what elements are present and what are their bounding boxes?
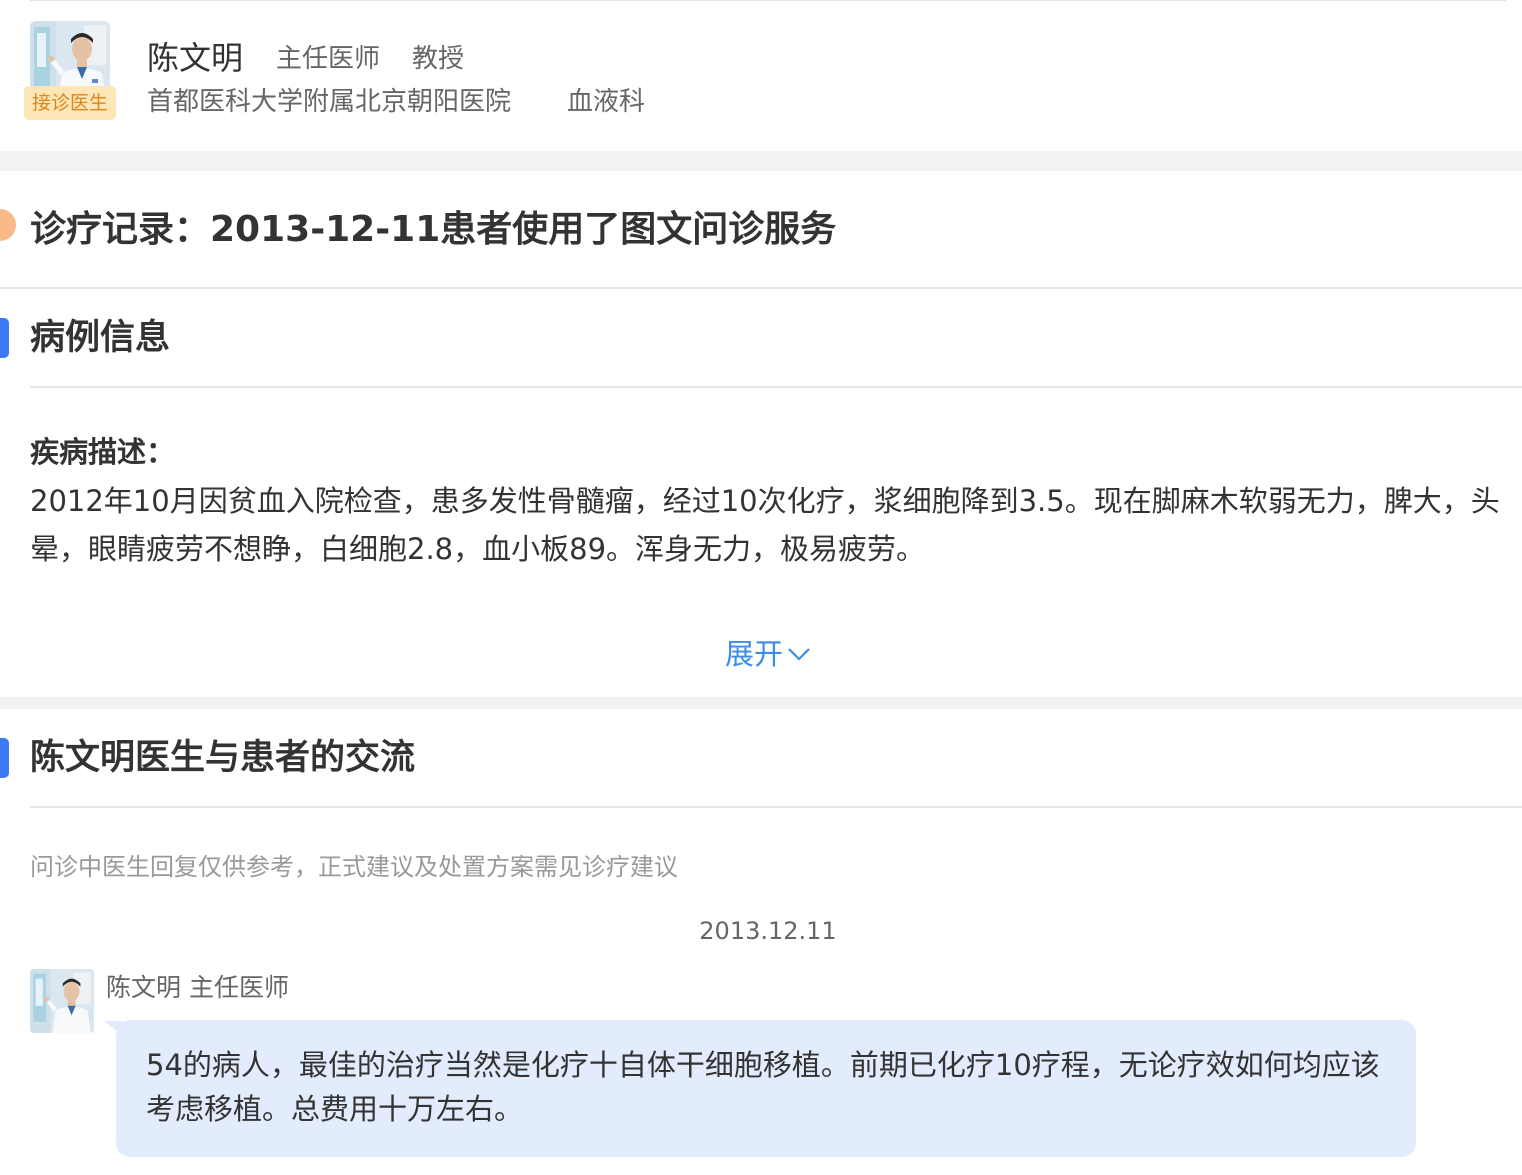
- case-info-divider: [30, 386, 1522, 388]
- section-marker: [0, 318, 9, 358]
- chat-date: 2013.12.11: [699, 917, 837, 945]
- consulting-doctor-badge: 接诊医生: [24, 86, 116, 120]
- section-separator: [0, 151, 1522, 171]
- record-title: 诊疗记录：2013-12-11患者使用了图文问诊服务: [30, 209, 837, 250]
- communication-title: 陈文明医生与患者的交流: [30, 738, 416, 778]
- message-sender: 陈文明 主任医师: [106, 973, 289, 1002]
- disease-description-label: 疾病描述：: [30, 435, 176, 469]
- doctor-title: 主任医师: [276, 44, 381, 74]
- communication-divider: [30, 806, 1522, 808]
- doctor-header[interactable]: 接诊医生 陈文明 主任医师 教授 首都医科大学附属北京朝阳医院 血液科: [0, 0, 1522, 151]
- disease-description-text: 2012年10月因贫血入院检查，患多发性骨髓瘤，经过10次化疗，浆细胞降到3.5…: [30, 484, 1500, 566]
- chevron-down-icon: [788, 648, 810, 661]
- doctor-academic-rank: 教授: [412, 44, 465, 74]
- section-marker: [0, 738, 9, 778]
- doctor-photo-icon: [30, 969, 94, 1033]
- message-bubble: 54的病人，最佳的治疗当然是化疗十自体干细胞移植。前期已化疗10疗程，无论疗效如…: [116, 1020, 1416, 1157]
- disclaimer-text: 问诊中医生回复仅供参考，正式建议及处置方案需见诊疗建议: [30, 853, 678, 881]
- message-avatar[interactable]: [30, 969, 94, 1033]
- doctor-hospital: 首都医科大学附属北京朝阳医院: [147, 87, 512, 117]
- case-info-title: 病例信息: [30, 318, 171, 358]
- record-dot-icon: [0, 209, 16, 241]
- section-separator: [0, 697, 1522, 709]
- doctor-department: 血液科: [567, 87, 646, 117]
- expand-button[interactable]: 展开: [725, 634, 811, 674]
- doctor-name: 陈文明: [147, 39, 244, 77]
- message-text: 54的病人，最佳的治疗当然是化疗十自体干细胞移植。前期已化疗10疗程，无论疗效如…: [146, 1048, 1380, 1126]
- record-divider: [0, 287, 1522, 289]
- expand-label: 展开: [725, 637, 784, 671]
